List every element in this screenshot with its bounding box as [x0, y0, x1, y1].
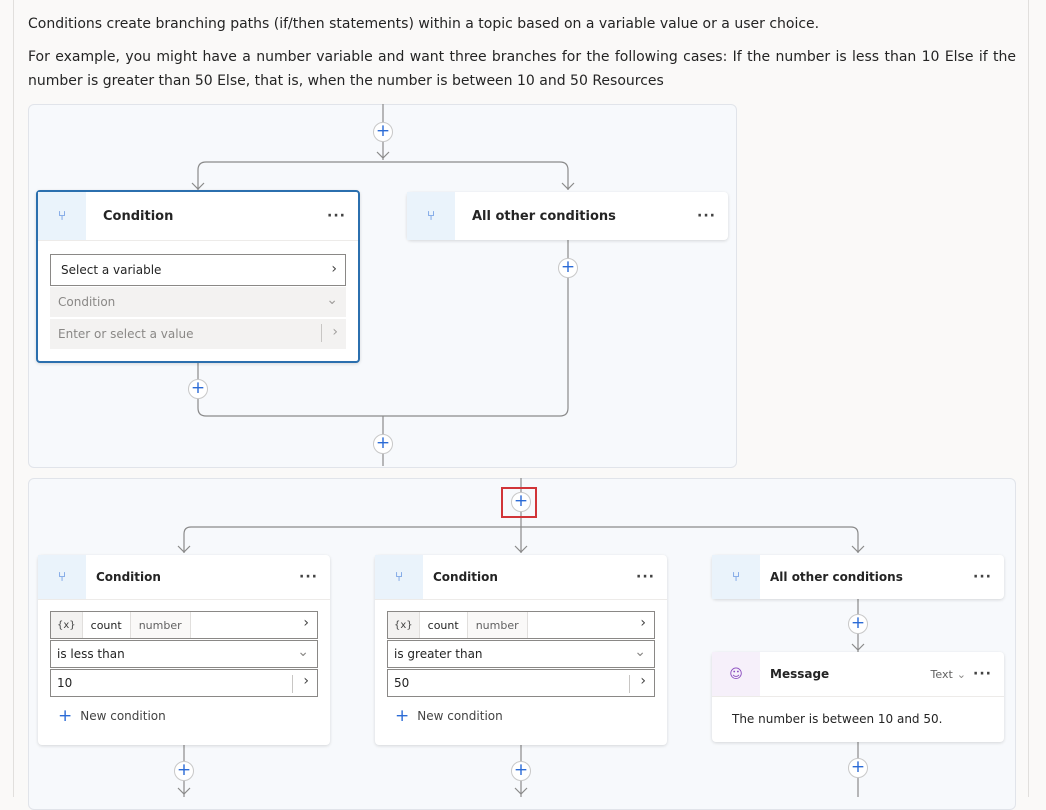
- new-condition-label: New condition: [80, 709, 166, 723]
- branch-icon: ⑂: [38, 555, 86, 599]
- chevron-down-icon: ⌄: [634, 644, 646, 660]
- branch-icon: ⑂: [712, 555, 760, 599]
- condition-node-header: ⑂ Condition ···: [38, 555, 330, 600]
- branch-icon: ⑂: [375, 555, 423, 599]
- message-icon: ☺: [712, 652, 760, 696]
- value-separator: [292, 675, 293, 693]
- message-node[interactable]: ☺ Message Text ⌄ ··· The number is betwe…: [712, 652, 1004, 742]
- new-condition-label: New condition: [417, 709, 503, 723]
- operator-value: is greater than: [394, 647, 483, 661]
- more-options-icon[interactable]: ···: [973, 555, 992, 599]
- chevron-right-icon: ›: [640, 673, 646, 689]
- chevron-right-icon: ›: [303, 673, 309, 689]
- message-text: The number is between 10 and 50.: [732, 712, 943, 726]
- new-condition-button[interactable]: + New condition: [58, 706, 166, 726]
- more-options-icon[interactable]: ···: [299, 555, 318, 599]
- all-other-conditions-node[interactable]: ⑂ All other conditions ···: [712, 555, 1004, 599]
- value-text: 50: [394, 676, 410, 690]
- message-format-dropdown[interactable]: Text ⌄: [931, 652, 966, 696]
- operator-dropdown[interactable]: is greater than ⌄: [387, 640, 655, 668]
- operator-dropdown[interactable]: is less than ⌄: [50, 640, 318, 668]
- message-node-header: ☺ Message Text ⌄ ···: [712, 652, 1004, 697]
- variable-type: number: [130, 612, 191, 638]
- variable-field[interactable]: {x} count number ›: [387, 611, 655, 639]
- chevron-right-icon: ›: [303, 615, 309, 631]
- new-condition-button[interactable]: + New condition: [395, 706, 503, 726]
- variable-name: count: [420, 612, 468, 638]
- value-separator: [629, 675, 630, 693]
- more-options-icon[interactable]: ···: [636, 555, 655, 599]
- variable-icon: {x}: [388, 612, 420, 638]
- value-field[interactable]: 10 ›: [50, 669, 318, 697]
- variable-name: count: [83, 612, 131, 638]
- chevron-right-icon: ›: [640, 615, 646, 631]
- message-title: Message: [770, 667, 830, 681]
- variable-field[interactable]: {x} count number ›: [50, 611, 318, 639]
- operator-value: is less than: [57, 647, 125, 661]
- condition-title: Condition: [96, 570, 161, 584]
- message-format-label: Text: [930, 667, 953, 681]
- value-text: 10: [57, 676, 73, 690]
- add-node-button[interactable]: +: [848, 758, 868, 778]
- all-other-conditions-header: ⑂ All other conditions ···: [712, 555, 1004, 599]
- chevron-down-icon: ⌄: [956, 667, 966, 681]
- add-node-button[interactable]: +: [511, 761, 531, 781]
- condition-node-greater-than[interactable]: ⑂ Condition ··· {x} count number › is gr…: [375, 555, 667, 745]
- variable-icon: {x}: [51, 612, 83, 638]
- add-node-button[interactable]: +: [174, 761, 194, 781]
- value-field[interactable]: 50 ›: [387, 669, 655, 697]
- condition-node-header: ⑂ Condition ···: [375, 555, 667, 600]
- chevron-down-icon: ⌄: [297, 644, 309, 660]
- variable-type: number: [467, 612, 528, 638]
- all-other-conditions-title: All other conditions: [770, 570, 903, 584]
- plus-icon: +: [395, 706, 410, 726]
- condition-title: Condition: [433, 570, 498, 584]
- highlight-box: [501, 487, 537, 518]
- condition-node-less-than[interactable]: ⑂ Condition ··· {x} count number › is le…: [38, 555, 330, 745]
- plus-icon: +: [58, 706, 73, 726]
- more-options-icon[interactable]: ···: [973, 652, 992, 696]
- add-node-button[interactable]: +: [848, 614, 868, 634]
